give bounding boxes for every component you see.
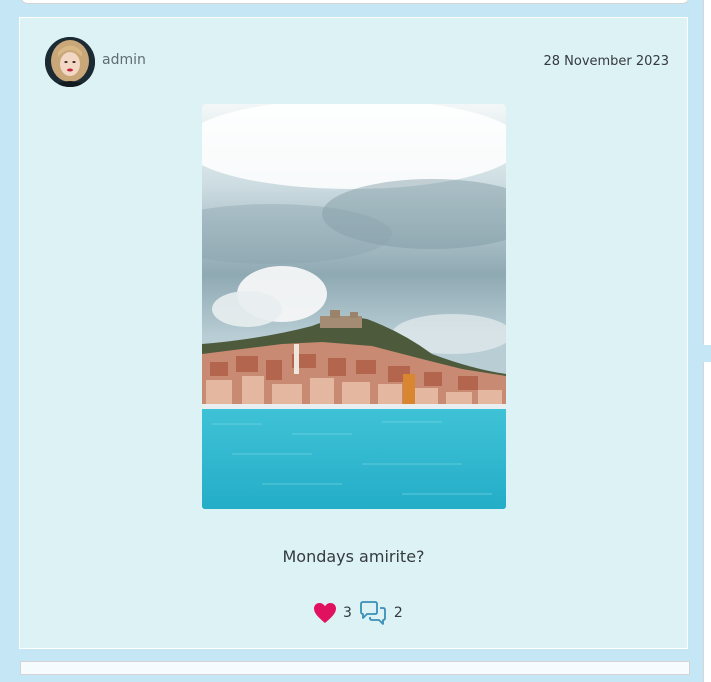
post-date: 28 November 2023 xyxy=(543,54,669,69)
side-panel-edge-lower xyxy=(703,362,711,682)
side-panel-edge-upper xyxy=(703,0,711,345)
previous-card-edge xyxy=(20,0,690,4)
next-card-edge xyxy=(20,661,690,675)
post-actions: 3 2 xyxy=(313,600,409,626)
post-image xyxy=(202,104,506,509)
like-count: 3 xyxy=(343,605,352,621)
avatar[interactable] xyxy=(45,37,95,87)
post-author-link[interactable]: admin xyxy=(102,52,146,68)
post-caption: Mondays amirite? xyxy=(282,547,425,566)
comment-count: 2 xyxy=(393,605,403,621)
heart-icon[interactable] xyxy=(313,602,337,624)
comment-bubbles-icon[interactable] xyxy=(358,601,388,625)
post-card: admin 28 November 2023 Mondays amirite? … xyxy=(19,17,688,649)
